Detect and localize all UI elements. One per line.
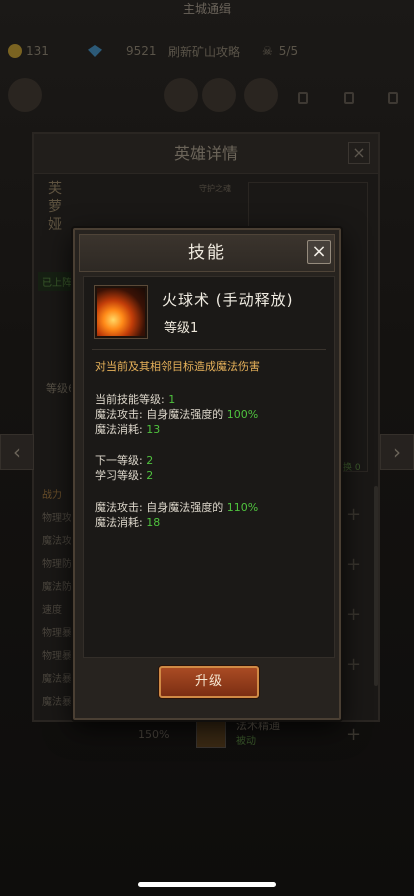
skull-icon: ☠ [262, 44, 273, 58]
hero-name: 芙萝娅 [48, 181, 62, 233]
upgrade-button[interactable]: 升级 [159, 666, 259, 698]
current-cost-value: 13 [146, 423, 161, 436]
mine-strategy-label: 刷新矿山攻略 [168, 44, 241, 59]
gem-counter: 9521 [88, 44, 157, 58]
spell-mastery-icon [196, 716, 226, 748]
learn-level-value: 2 [146, 469, 154, 482]
hero-avatar [8, 78, 42, 112]
slot-circle [244, 78, 278, 112]
fireball-icon [94, 285, 148, 339]
modal-header: 技能 × [79, 234, 335, 272]
hero-panel-title: 英雄详情 [34, 134, 378, 174]
passive-skill-type: 被动 [236, 736, 256, 747]
current-level-line: 当前技能等级: 1 [95, 391, 175, 407]
current-attack-value: 100% [226, 408, 259, 421]
plus-icon[interactable]: + [346, 726, 361, 744]
lock-icon [298, 92, 308, 104]
home-indicator[interactable] [138, 882, 276, 887]
plus-icon[interactable]: + [346, 606, 361, 624]
next-attack-value: 110% [226, 501, 259, 514]
lock-icon [388, 92, 398, 104]
current-attack-line: 魔法攻击: 自身魔法强度的 100% [95, 406, 258, 422]
current-level-value: 1 [168, 393, 176, 406]
next-attack-line: 魔法攻击: 自身魔法强度的 110% [95, 499, 258, 515]
skill-description: 对当前及其相邻目标造成魔法伤害 [95, 360, 260, 373]
stat-percent: 150% [138, 728, 170, 741]
battle-status-badge: 已上阵 [38, 272, 76, 291]
scrollbar[interactable] [374, 486, 378, 686]
divider [92, 349, 326, 350]
skill-detail-body: 火球术 (手动释放) 等级1 对当前及其相邻目标造成魔法伤害 当前技能等级: 1… [83, 276, 335, 658]
skill-modal: 技能 × 火球术 (手动释放) 等级1 对当前及其相邻目标造成魔法伤害 当前技能… [73, 228, 341, 720]
slot-circle [202, 78, 236, 112]
close-button[interactable]: × [307, 240, 331, 264]
next-attack-label: 魔法攻击: 自身魔法强度的 [95, 501, 227, 514]
plus-icon[interactable]: + [346, 506, 361, 524]
next-cost-label: 魔法消耗: [95, 516, 147, 529]
learn-level-line: 学习等级: 2 [95, 467, 153, 483]
screen-top-title: 主城通缉 [182, 2, 231, 16]
modal-title: 技能 [188, 243, 226, 263]
passive-skill-peek: 法术精通 被动 [196, 716, 336, 756]
stamina-value: 5/5 [278, 44, 299, 58]
gem-value: 9521 [126, 44, 157, 58]
hero-level: 等级6 [46, 382, 75, 395]
skill-level-tag: 等级1 [164, 321, 199, 336]
current-attack-label: 魔法攻击: 自身魔法强度的 [95, 408, 227, 421]
current-cost-line: 魔法消耗: 13 [95, 421, 160, 437]
gold-coin-icon [8, 44, 22, 58]
current-level-label: 当前技能等级: [95, 393, 169, 406]
prev-hero-arrow[interactable]: ‹ [0, 434, 34, 470]
next-cost-line: 魔法消耗: 18 [95, 514, 160, 530]
slot-circle [164, 78, 198, 112]
current-cost-label: 魔法消耗: [95, 423, 147, 436]
gold-counter: 131 [8, 44, 49, 58]
learn-level-label: 学习等级: [95, 469, 147, 482]
plus-icon[interactable]: + [346, 556, 361, 574]
next-level-value: 2 [146, 454, 154, 467]
plus-icon[interactable]: + [346, 656, 361, 674]
stamina-counter: ☠ 5/5 [262, 44, 298, 58]
hero-panel-close-button[interactable]: × [348, 142, 370, 164]
gold-value: 131 [26, 44, 49, 58]
next-cost-value: 18 [146, 516, 161, 529]
guardian-label: 守护之魂 [199, 184, 231, 193]
resource-bar: 131 9521 刷新矿山攻略 ☠ 5/5 [0, 38, 414, 64]
next-level-label: 下一等级: [95, 454, 147, 467]
next-hero-arrow[interactable]: › [380, 434, 414, 470]
next-level-line: 下一等级: 2 [95, 452, 153, 468]
lock-icon [344, 92, 354, 104]
skill-name: 火球术 (手动释放) [162, 291, 294, 309]
gem-icon [88, 45, 102, 57]
